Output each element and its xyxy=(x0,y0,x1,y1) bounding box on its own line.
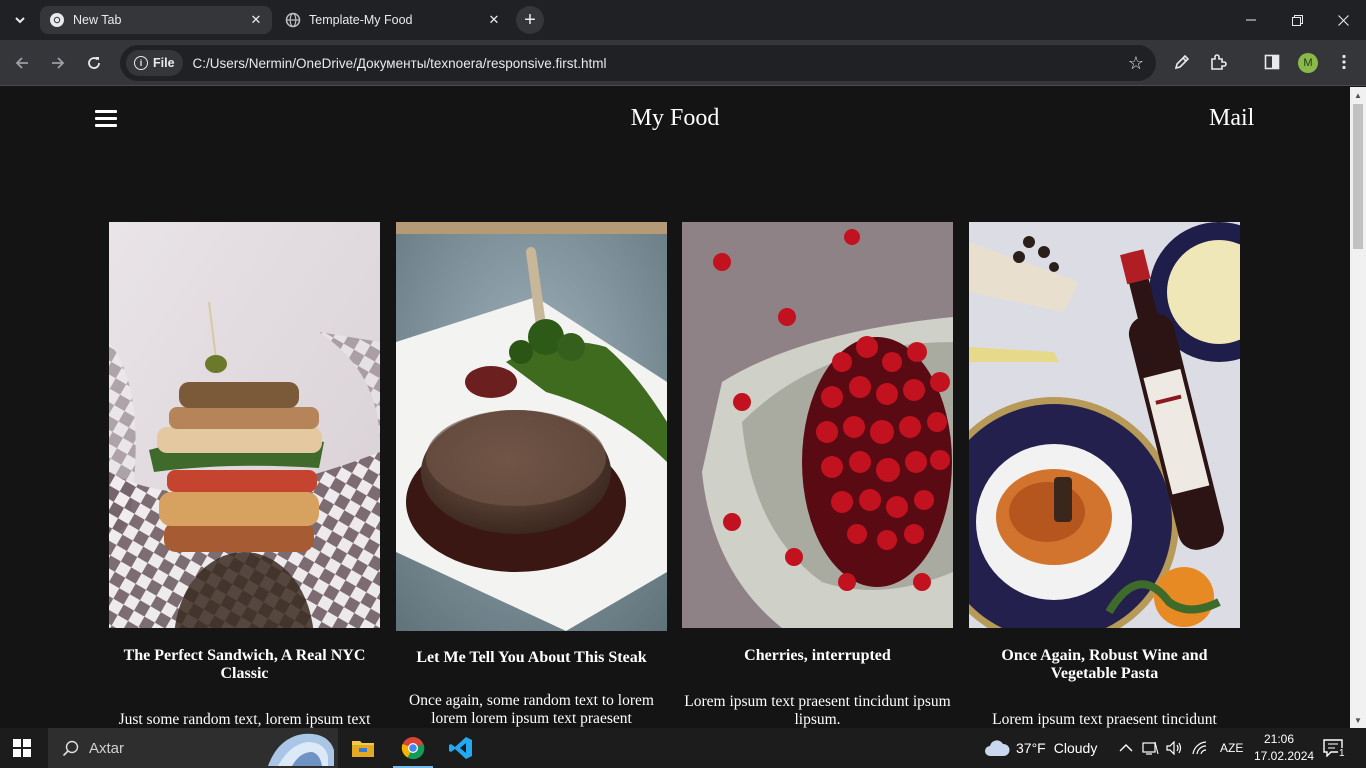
card-title: Let Me Tell You About This Steak xyxy=(416,649,647,666)
side-panel-icon[interactable] xyxy=(1261,51,1283,73)
site-info-chip[interactable]: i File xyxy=(126,50,183,76)
tab-title: Template-My Food xyxy=(309,13,413,27)
network-icon[interactable] xyxy=(1141,728,1159,768)
back-button[interactable] xyxy=(8,49,36,77)
web-page: My Food Mail The Perfect Sandwich, A Rea… xyxy=(0,87,1350,728)
clock-time: 21:06 xyxy=(1263,732,1295,746)
restore-button[interactable] xyxy=(1274,0,1320,40)
scroll-up-icon[interactable]: ▲ xyxy=(1350,87,1366,103)
chrome-icon xyxy=(401,737,425,760)
forward-button[interactable] xyxy=(44,49,72,77)
taskbar-chrome[interactable] xyxy=(390,728,436,768)
plus-icon: + xyxy=(524,9,536,31)
cherries-image xyxy=(682,222,953,628)
close-icon xyxy=(1337,14,1349,26)
cloud-icon xyxy=(985,740,1010,756)
windows-start-icon[interactable] xyxy=(13,739,31,757)
tab-strip: New Tab ✕ Template-My Food ✕ + xyxy=(0,0,1366,40)
tab-search-button[interactable] xyxy=(8,8,32,32)
pen-icon[interactable] xyxy=(1171,51,1193,73)
vscode-icon xyxy=(449,737,472,759)
site-info-label: File xyxy=(153,56,175,70)
folder-icon xyxy=(352,741,374,757)
card-cherries: Cherries, interrupted Lorem ipsum text p… xyxy=(682,222,953,728)
reload-button[interactable] xyxy=(80,49,108,77)
volume-icon[interactable] xyxy=(1166,728,1184,768)
address-bar[interactable]: i File C:/Users/Nermin/OneDrive/Документ… xyxy=(120,45,1156,81)
chrome-icon xyxy=(49,12,65,28)
mail-link[interactable]: Mail xyxy=(1209,105,1254,132)
card-text: Just some random text, lorem ipsum text xyxy=(118,711,371,728)
card-text: Lorem ipsum text praesent tincidunt ipsu… xyxy=(684,693,951,728)
notification-center-icon[interactable]: 1 xyxy=(1323,728,1346,768)
tab-template-my-food[interactable]: Template-My Food ✕ xyxy=(276,6,510,34)
search-placeholder: Axtar xyxy=(89,739,125,757)
wifi-icon[interactable] xyxy=(1192,728,1208,768)
close-tab-icon[interactable]: ✕ xyxy=(246,10,266,30)
card-steak: Let Me Tell You About This Steak Once ag… xyxy=(396,222,667,728)
globe-icon xyxy=(285,12,301,28)
sandwich-image xyxy=(109,222,380,628)
scroll-down-icon[interactable]: ▼ xyxy=(1350,712,1366,728)
site-title: My Food xyxy=(630,105,720,131)
chevron-down-icon xyxy=(15,17,25,24)
arrow-left-icon xyxy=(15,57,28,69)
card-text: Lorem ipsum text praesent tincidunt xyxy=(992,711,1217,728)
weather-temp: 37°F xyxy=(1016,740,1046,756)
tray-chevron[interactable] xyxy=(1119,728,1133,768)
input-language[interactable]: AZE xyxy=(1220,728,1243,768)
taskbar-clock[interactable]: 21:06 17.02.2024 xyxy=(1254,731,1315,765)
chevron-up-icon xyxy=(1119,744,1133,752)
arrow-right-icon xyxy=(52,57,65,69)
page-scrollbar[interactable]: ▲ ▼ xyxy=(1350,87,1366,728)
notification-count: 1 xyxy=(1338,747,1346,759)
tab-title: New Tab xyxy=(73,13,122,27)
search-icon xyxy=(62,740,79,756)
card-sandwich: The Perfect Sandwich, A Real NYC Classic… xyxy=(109,222,380,728)
minimize-button[interactable] xyxy=(1228,0,1274,40)
bookmark-star-icon[interactable]: ☆ xyxy=(1128,53,1144,73)
clock-date: 17.02.2024 xyxy=(1254,749,1315,763)
scrollbar-thumb[interactable] xyxy=(1353,104,1363,249)
pasta-wine-image xyxy=(969,222,1240,628)
taskbar-search[interactable]: Axtar xyxy=(48,728,338,768)
minimize-icon xyxy=(1246,19,1256,21)
profile-avatar[interactable]: M xyxy=(1298,53,1318,73)
close-tab-icon[interactable]: ✕ xyxy=(484,10,504,30)
taskbar-file-explorer[interactable] xyxy=(340,728,386,768)
card-pasta: Once Again, Robust Wine and Vegetable Pa… xyxy=(969,222,1240,728)
weather-widget[interactable]: 37°F Cloudy xyxy=(984,728,1097,768)
card-title: Cherries, interrupted xyxy=(744,647,891,664)
tab-new-tab[interactable]: New Tab ✕ xyxy=(40,6,272,34)
taskbar-vscode[interactable] xyxy=(438,728,484,768)
browser-toolbar: i File C:/Users/Nermin/OneDrive/Документ… xyxy=(0,40,1366,112)
card-title: Once Again, Robust Wine and Vegetable Pa… xyxy=(1001,647,1208,682)
steak-image xyxy=(396,222,667,631)
url-text[interactable]: C:/Users/Nermin/OneDrive/Документы/texno… xyxy=(193,56,607,71)
reload-icon xyxy=(88,57,100,69)
info-icon: i xyxy=(134,56,148,70)
search-highlight-art-icon xyxy=(268,733,334,766)
windows-taskbar: Axtar 37°F Cloudy AZE 21:06 17.02.2024 1 xyxy=(0,728,1366,768)
restore-icon xyxy=(1291,14,1303,26)
extensions-puzzle-icon[interactable] xyxy=(1207,51,1229,73)
close-window-button[interactable] xyxy=(1320,0,1366,40)
card-title: The Perfect Sandwich, A Real NYC Classic xyxy=(123,647,366,682)
card-text: Once again, some random text to lorem lo… xyxy=(409,692,654,727)
new-tab-button[interactable]: + xyxy=(516,6,544,34)
more-menu-icon[interactable] xyxy=(1333,51,1355,73)
weather-condition: Cloudy xyxy=(1053,740,1098,756)
